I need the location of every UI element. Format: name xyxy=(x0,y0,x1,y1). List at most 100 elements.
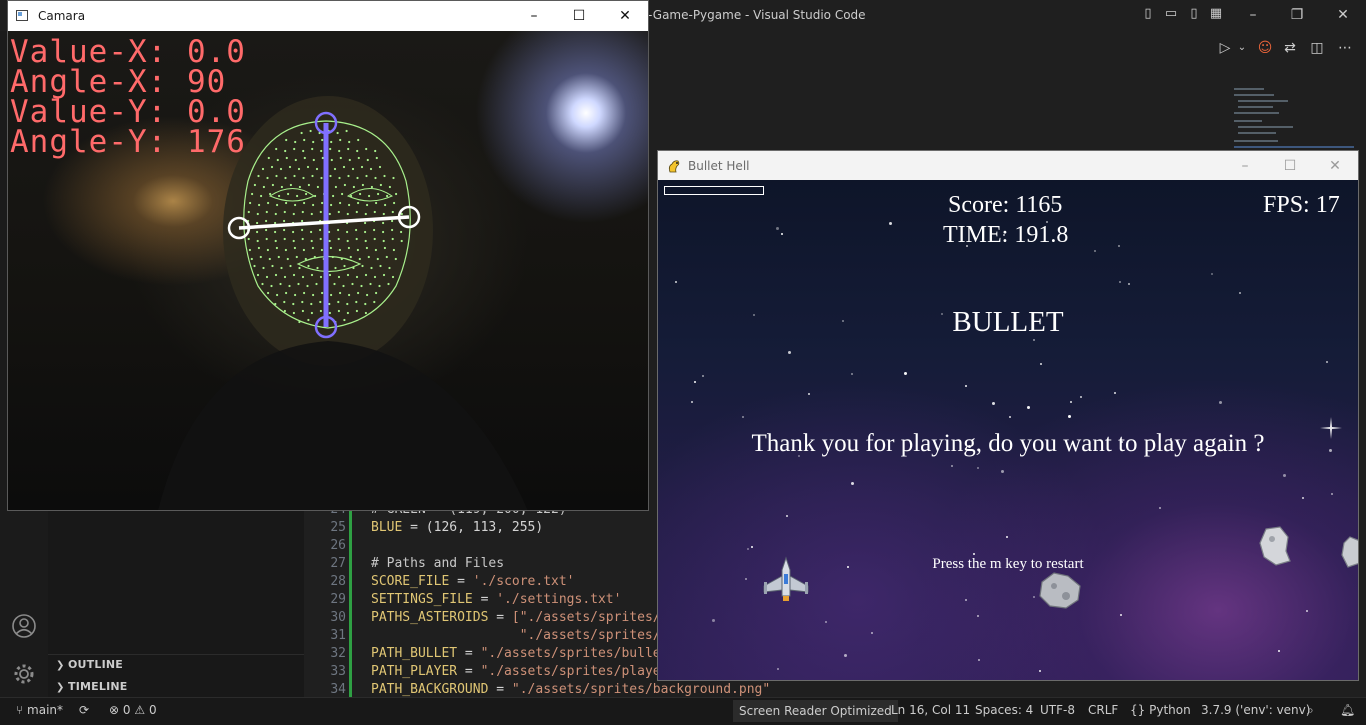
code-line[interactable]: 31 "./assets/sprites/a xyxy=(310,627,668,645)
camera-window: Camara – ☐ ✕ Value-X: 0.0 Angle-X: 90 Va… xyxy=(7,0,649,511)
star xyxy=(851,482,854,485)
angle-x-readout: Angle-X: 90 xyxy=(10,64,227,100)
run-icon[interactable]: ▷ xyxy=(1216,39,1234,57)
line-number: 27 xyxy=(330,556,346,571)
star xyxy=(1278,650,1280,652)
toggle-sidebar-icon[interactable]: ▯ xyxy=(1141,7,1155,21)
more-icon[interactable]: ⋯ xyxy=(1336,39,1354,57)
code-token: SETTINGS_FILE xyxy=(371,592,473,607)
code-token: "./assets/sprites/bullet xyxy=(480,646,669,661)
code-token: './score.txt' xyxy=(472,574,575,589)
braces-icon: {} xyxy=(1130,703,1146,717)
code-line[interactable]: 26 xyxy=(310,537,371,555)
code-token: "./assets/sprites/background.png" xyxy=(511,682,771,697)
toggle-panel-icon[interactable]: ▭ xyxy=(1164,7,1178,21)
compare-icon[interactable]: ⇄ xyxy=(1281,39,1299,57)
code-token: SCORE_FILE xyxy=(371,574,450,589)
game-title: Bullet Hell xyxy=(688,159,750,173)
asteroid xyxy=(1259,526,1291,566)
code-line[interactable]: 32 PATH_BULLET = "./assets/sprites/bullet xyxy=(310,645,668,663)
error-icon: ⊗ xyxy=(109,703,120,717)
camera-titlebar[interactable]: Camara – ☐ ✕ xyxy=(8,1,648,31)
code-token: "./assets/sprites/a xyxy=(371,628,669,643)
close-icon[interactable]: ✕ xyxy=(1331,4,1355,26)
account-icon[interactable] xyxy=(12,614,36,638)
star xyxy=(691,401,693,403)
game-canvas[interactable]: Score: 1165 TIME: 191.8 FPS: 17 BULLET T… xyxy=(658,180,1358,680)
status-bar: ⑂ main* ⟳ ⊗ 0 ⚠ 0 Screen Reader Optimize… xyxy=(0,697,1366,725)
star xyxy=(675,281,677,283)
code-line[interactable]: 28 SCORE_FILE = './score.txt' xyxy=(310,573,575,591)
maximize-icon[interactable]: ☐ xyxy=(565,5,593,27)
star xyxy=(889,222,892,225)
code-token: PATH_PLAYER xyxy=(371,664,458,679)
code-line[interactable]: 30 PATHS_ASTEROIDS = ["./assets/sprites/a xyxy=(310,609,668,627)
code-line[interactable]: 29 SETTINGS_FILE = './settings.txt' xyxy=(310,591,621,609)
restore-icon[interactable]: ❐ xyxy=(1285,4,1309,26)
line-number: 32 xyxy=(330,646,346,661)
star xyxy=(702,375,704,377)
star xyxy=(747,548,749,550)
notifications-bell-icon[interactable]: 🔔︎ xyxy=(1340,703,1355,717)
star xyxy=(1114,392,1116,394)
warning-icon: ⚠ xyxy=(134,703,146,717)
star xyxy=(1006,536,1008,538)
star xyxy=(1027,406,1030,409)
minimize-icon[interactable]: – xyxy=(1241,4,1265,26)
code-line[interactable]: 27 # Paths and Files xyxy=(310,555,504,573)
star xyxy=(1331,493,1333,495)
language-mode[interactable]: {} Python xyxy=(1130,703,1191,717)
star xyxy=(965,385,967,387)
code-token: "./assets/sprites/player xyxy=(480,664,669,679)
outline-section[interactable]: ❯ OUTLINE xyxy=(56,658,123,671)
minimap[interactable] xyxy=(1232,86,1358,156)
chevron-down-icon[interactable]: ⌄ xyxy=(1233,39,1251,57)
branch-indicator[interactable]: ⑂ main* xyxy=(16,703,63,717)
game-titlebar[interactable]: Bullet Hell – ☐ ✕ xyxy=(658,151,1358,180)
python-interpreter[interactable]: 3.7.9 ('env': venv) xyxy=(1201,703,1310,717)
problems-indicator[interactable]: ⊗ 0 ⚠ 0 xyxy=(109,703,157,717)
close-icon[interactable]: ✕ xyxy=(1321,155,1349,177)
toggle-secondary-sidebar-icon[interactable]: ▯ xyxy=(1187,7,1201,21)
minimize-icon[interactable]: – xyxy=(1231,155,1259,177)
line-number: 25 xyxy=(330,520,346,535)
star xyxy=(1128,283,1130,285)
star xyxy=(977,467,979,469)
star xyxy=(745,578,747,580)
end-of-line[interactable]: CRLF xyxy=(1088,703,1118,717)
code-line[interactable]: 25 BLUE = (126, 113, 255) xyxy=(310,519,543,537)
star xyxy=(1009,416,1011,418)
customize-layout-icon[interactable]: ▦ xyxy=(1209,7,1223,21)
star xyxy=(1039,670,1041,672)
star xyxy=(965,599,967,601)
close-icon[interactable]: ✕ xyxy=(611,5,639,27)
screen-reader-status[interactable]: Screen Reader Optimized xyxy=(733,700,898,722)
settings-gear-icon[interactable] xyxy=(12,662,36,686)
star xyxy=(973,553,975,555)
star xyxy=(1040,363,1042,365)
star xyxy=(776,227,779,230)
sync-icon[interactable]: ⟳ xyxy=(79,703,89,717)
star xyxy=(978,659,980,661)
star xyxy=(1239,292,1241,294)
line-number: 31 xyxy=(330,628,346,643)
feedback-icon[interactable]: ⌕ xyxy=(1307,703,1314,718)
encoding[interactable]: UTF-8 xyxy=(1040,703,1075,717)
star xyxy=(751,546,753,548)
star xyxy=(1159,507,1161,509)
fps-label: FPS: 17 xyxy=(1263,192,1340,218)
star xyxy=(1068,415,1071,418)
split-editor-icon[interactable]: ◫ xyxy=(1308,39,1326,57)
star xyxy=(992,402,995,405)
chevron-right-icon: ❯ xyxy=(56,660,65,671)
maximize-icon[interactable]: ☐ xyxy=(1276,155,1304,177)
code-line[interactable]: 33 PATH_PLAYER = "./assets/sprites/player xyxy=(310,663,668,681)
minimize-icon[interactable]: – xyxy=(520,5,548,27)
indentation[interactable]: Spaces: 4 xyxy=(975,703,1033,717)
timeline-section[interactable]: ❯ TIMELINE xyxy=(56,680,127,693)
cursor-position[interactable]: Ln 16, Col 11 xyxy=(891,703,970,717)
health-bar xyxy=(664,186,764,195)
star xyxy=(1211,273,1213,275)
star xyxy=(844,654,847,657)
copilot-icon[interactable]: ☺ xyxy=(1256,39,1274,57)
